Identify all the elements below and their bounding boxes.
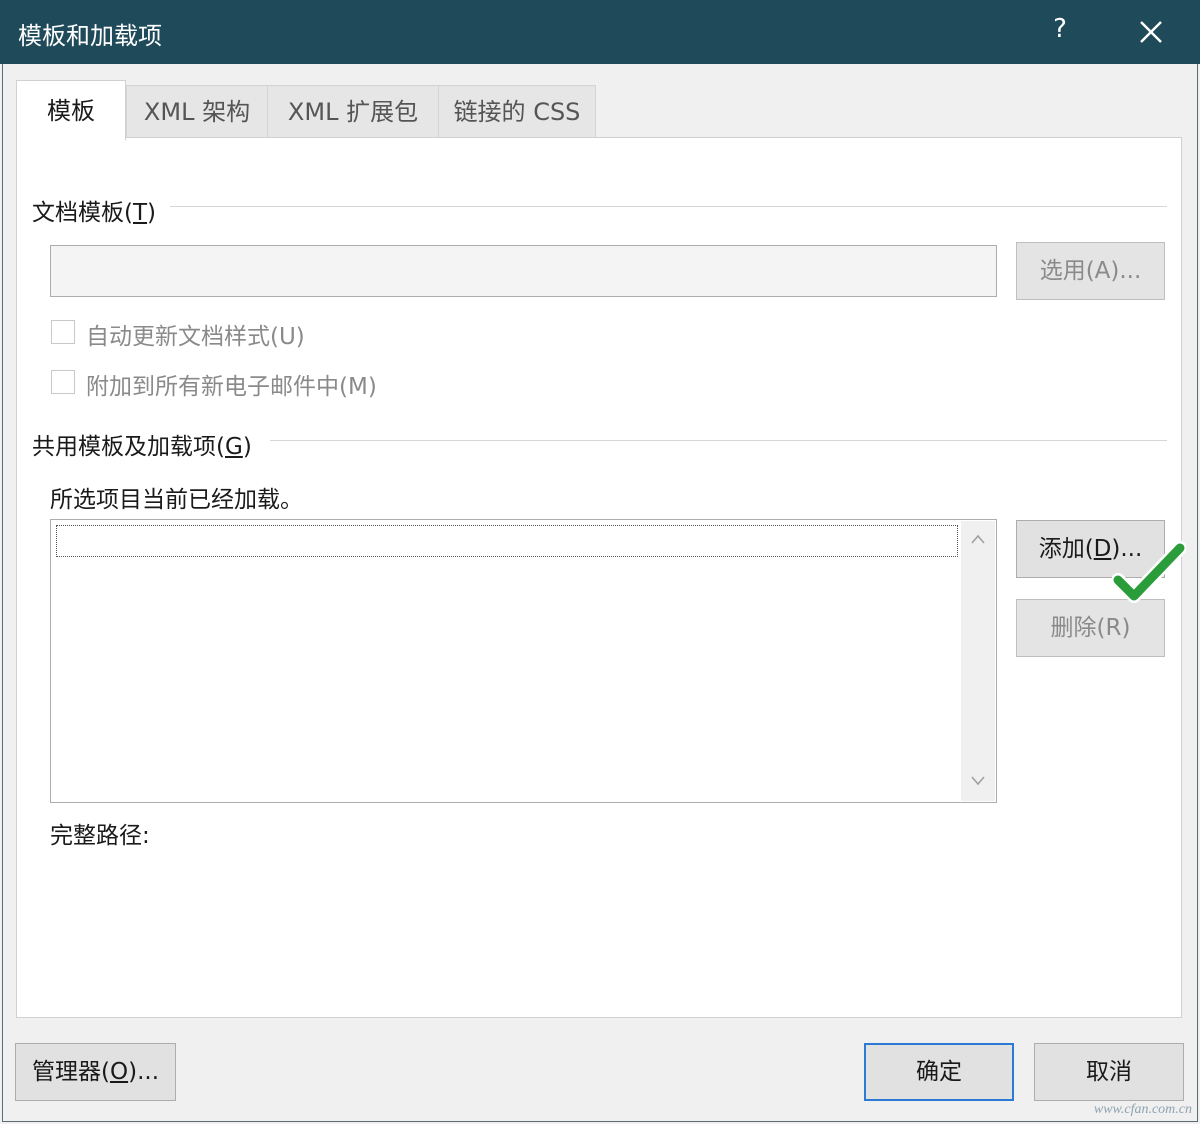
tab-xml-expansion-packs[interactable]: XML 扩展包 (267, 85, 439, 137)
attach-email-checkbox[interactable] (51, 370, 75, 394)
cancel-button[interactable]: 取消 (1034, 1043, 1184, 1101)
close-icon (1140, 21, 1162, 43)
tab-linked-css[interactable]: 链接的 CSS (438, 85, 596, 137)
tab-xml-schema[interactable]: XML 架构 (126, 85, 268, 137)
organizer-button[interactable]: 管理器(O)... (15, 1043, 176, 1101)
ok-button[interactable]: 确定 (864, 1043, 1014, 1101)
group-divider (170, 206, 1167, 207)
document-template-label: 文档模板(T) (32, 193, 167, 227)
title-bar: 模板和加载项 ? (0, 0, 1200, 64)
chevron-up-icon (971, 534, 985, 544)
list-focus-row[interactable] (56, 525, 958, 557)
group-divider (270, 440, 1167, 441)
close-button[interactable] (1126, 10, 1176, 54)
loaded-note: 所选项目当前已经加载。 (50, 487, 303, 513)
auto-update-label: 自动更新文档样式(U) (86, 324, 305, 350)
scroll-down-button[interactable] (961, 767, 995, 797)
help-button[interactable]: ? (1048, 14, 1072, 44)
attach-email-label: 附加到所有新电子邮件中(M) (86, 374, 377, 400)
watermark: www.cfan.com.cn (1093, 1102, 1192, 1117)
tab-templates[interactable]: 模板 (16, 80, 126, 140)
template-path-field[interactable] (50, 245, 997, 297)
global-templates-label: 共用模板及加载项(G) (32, 427, 262, 461)
auto-update-checkbox[interactable] (51, 320, 75, 344)
full-path-label: 完整路径: (50, 823, 150, 849)
chevron-down-icon (971, 776, 985, 786)
scroll-up-button[interactable] (961, 525, 995, 555)
checkmark-icon (1112, 541, 1186, 603)
addins-list[interactable] (50, 519, 997, 803)
attach-button[interactable]: 选用(A)... (1016, 242, 1165, 300)
list-scrollbar[interactable] (961, 521, 995, 801)
window-title: 模板和加载项 (18, 22, 162, 50)
